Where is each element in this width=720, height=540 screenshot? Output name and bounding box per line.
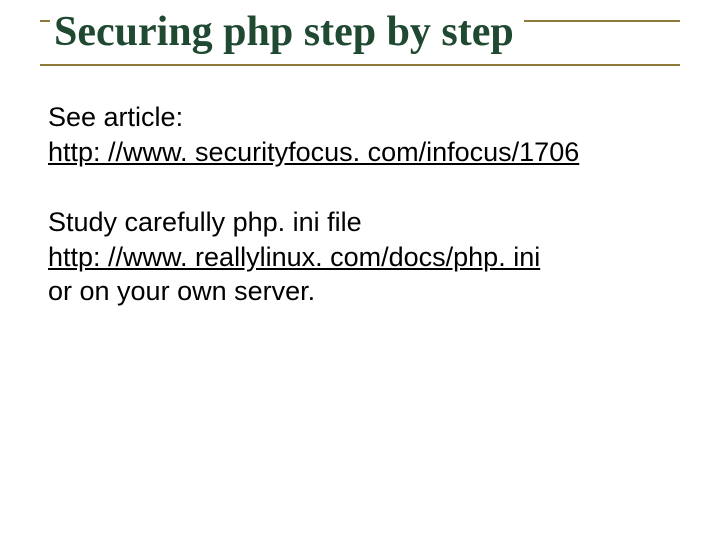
para1-text: See article: [48,102,183,132]
slide-body: See article: http: //www. securityfocus.… [40,100,680,309]
paragraph-2: Study carefully php. ini file http: //ww… [48,205,680,309]
slide-title: Securing php step by step [50,8,524,56]
title-block: Securing php step by step [40,18,680,66]
para2-line3: or on your own server. [48,276,315,306]
paragraph-1: See article: http: //www. securityfocus.… [48,100,680,169]
para2-line1: Study carefully php. ini file [48,207,362,237]
slide: Securing php step by step See article: h… [0,0,720,540]
title-rule-bottom [40,64,680,66]
link-reallylinux[interactable]: http: //www. reallylinux. com/docs/php. … [48,242,540,272]
link-securityfocus[interactable]: http: //www. securityfocus. com/infocus/… [48,137,579,167]
